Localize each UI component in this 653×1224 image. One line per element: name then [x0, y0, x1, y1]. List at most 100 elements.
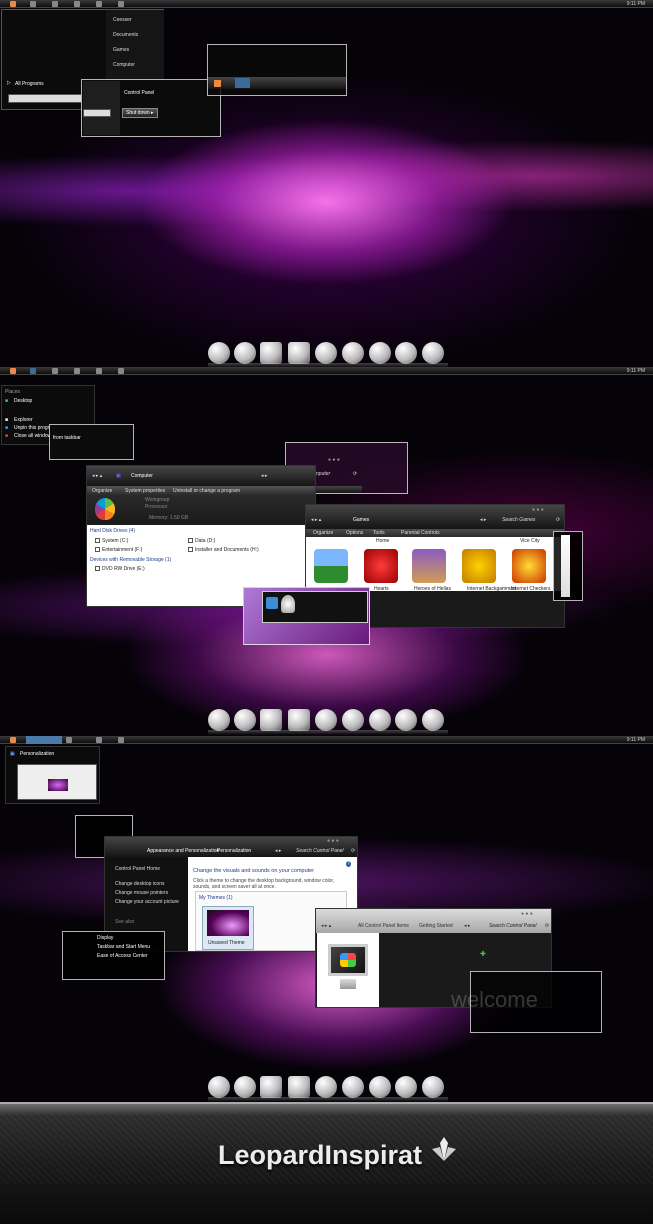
toolbar-system-properties[interactable]: System properties — [125, 488, 165, 494]
disc-icon[interactable] — [208, 1076, 230, 1098]
drive-icon[interactable] — [422, 342, 444, 364]
active-task-button[interactable] — [26, 736, 62, 744]
search-icon[interactable]: ⟳ — [556, 517, 560, 523]
palette-icon[interactable] — [369, 709, 391, 731]
lightning-icon[interactable] — [395, 1076, 417, 1098]
games-search-input[interactable]: Search Games — [502, 517, 535, 523]
search-icon[interactable]: ⟳ — [353, 471, 357, 477]
control-panel-link[interactable]: Control Panel — [124, 90, 154, 96]
link-account-picture[interactable]: Change your account picture — [115, 899, 179, 905]
toolbar-organize[interactable]: Organize — [92, 488, 112, 494]
disk-icon[interactable] — [74, 368, 80, 374]
floppy-icon[interactable] — [260, 709, 282, 731]
refresh-icon[interactable]: ◂ ▸ — [464, 923, 470, 929]
window-controls[interactable]: ● ● ● — [327, 838, 339, 844]
breadcrumb-all-items[interactable]: All Control Panel Items — [358, 923, 409, 929]
lightning-icon[interactable] — [395, 709, 417, 731]
see-also-taskbar[interactable]: Taskbar and Start Menu — [97, 944, 150, 950]
breadcrumb-getting-started[interactable]: Getting Started — [419, 923, 453, 929]
game-tile-checkers[interactable] — [512, 549, 546, 583]
folder-icon[interactable] — [66, 737, 72, 743]
see-also-ease-of-access[interactable]: Ease of Access Center — [97, 953, 148, 959]
link-mouse-pointers[interactable]: Change mouse pointers — [115, 890, 168, 896]
speaker-icon[interactable] — [288, 709, 310, 731]
start-search-input[interactable] — [8, 94, 82, 103]
all-programs-arrow-icon[interactable]: ▷ — [7, 80, 11, 86]
getting-started-search-input[interactable]: Search Control Panel — [489, 923, 537, 929]
play-icon[interactable] — [118, 368, 124, 374]
speaker-icon[interactable] — [288, 342, 310, 364]
media-player-icon[interactable] — [234, 1076, 256, 1098]
folder-icon[interactable] — [52, 368, 58, 374]
drive-dvd[interactable]: DVD RW Drive (E:) — [95, 566, 145, 572]
jump-item-explorer[interactable]: Explorer — [14, 417, 33, 423]
home-icon[interactable] — [30, 368, 36, 374]
apple-icon[interactable] — [10, 1, 16, 7]
game-tile-heroes[interactable] — [412, 549, 446, 583]
window-controls[interactable]: ● ● ● — [532, 507, 544, 513]
settings-icon[interactable] — [305, 80, 312, 87]
play-icon[interactable] — [118, 737, 124, 743]
refresh-icon[interactable]: ◂ ▸ — [480, 517, 486, 523]
folder-icon[interactable] — [52, 1, 58, 7]
toolbar-uninstall[interactable]: Uninstall or change a program — [173, 488, 240, 494]
disc-icon[interactable] — [208, 709, 230, 731]
toolbar-options[interactable]: Options — [346, 530, 363, 536]
drive-installer[interactable]: Installer and Documents (H:) — [188, 547, 259, 553]
apple-icon[interactable] — [10, 368, 16, 374]
nav-buttons[interactable]: ◂ ▸ ▴ — [92, 473, 102, 479]
game-tile-mario[interactable] — [314, 549, 348, 583]
robot-icon[interactable] — [315, 342, 337, 364]
removable-storage-header[interactable]: Devices with Removable Storage (1) — [90, 557, 171, 563]
refresh-icon[interactable]: ◂ ▸ — [261, 473, 267, 479]
control-panel-search-input[interactable]: Search Control Panel — [296, 848, 344, 854]
toolbar-tools[interactable]: Tools — [373, 530, 385, 536]
bird-icon[interactable] — [342, 342, 364, 364]
speaker-icon[interactable] — [288, 1076, 310, 1098]
media-player-icon[interactable] — [234, 709, 256, 731]
game-tile-backgammon[interactable] — [462, 549, 496, 583]
apple-icon[interactable] — [10, 737, 16, 743]
shut-down-button[interactable]: Shut down ▸ — [122, 108, 158, 118]
wrench-icon[interactable] — [327, 80, 334, 87]
home-icon[interactable] — [235, 78, 250, 88]
jump-item-desktop[interactable]: Desktop — [14, 398, 32, 404]
settings-icon[interactable] — [96, 737, 102, 743]
floppy-icon[interactable] — [260, 342, 282, 364]
control-panel-home-link[interactable]: Control Panel Home — [115, 866, 160, 872]
palette-icon[interactable] — [369, 1076, 391, 1098]
help-icon[interactable]: ? — [346, 861, 351, 867]
unsaved-theme-tile[interactable]: Unsaved Theme — [202, 906, 254, 950]
settings-icon[interactable] — [96, 1, 102, 7]
settings-icon[interactable] — [96, 368, 102, 374]
start-item-computer[interactable]: Computer — [113, 62, 135, 68]
folder-icon[interactable] — [261, 80, 268, 87]
plus-icon[interactable]: ✚ — [480, 950, 486, 958]
search-icon[interactable]: ⟳ — [545, 923, 549, 929]
toolbar-organize[interactable]: Organize — [313, 530, 333, 536]
bird-icon[interactable] — [342, 1076, 364, 1098]
bird-icon[interactable] — [342, 709, 364, 731]
hard-disk-drives-header[interactable]: Hard Disk Drives (4) — [90, 528, 135, 534]
nav-buttons[interactable]: ◂ ▸ ▴ — [321, 923, 331, 929]
floppy-icon[interactable] — [260, 1076, 282, 1098]
games-address-bar[interactable]: Games — [353, 517, 369, 523]
lightning-icon[interactable] — [395, 342, 417, 364]
breadcrumb-appearance[interactable]: Appearance and Personalization — [147, 848, 219, 854]
search-icon[interactable]: ⟳ — [351, 848, 355, 854]
start-item-games[interactable]: Games — [113, 47, 129, 53]
robot-icon[interactable] — [315, 709, 337, 731]
drive-entertainment[interactable]: Entertainment (F:) — [95, 547, 142, 553]
drive-icon[interactable] — [422, 1076, 444, 1098]
home-icon[interactable] — [30, 1, 36, 7]
start-item-documents[interactable]: Documents — [113, 32, 138, 38]
play-icon[interactable] — [118, 1, 124, 7]
power-search-box[interactable] — [83, 109, 111, 117]
window-controls[interactable]: ● ● ● — [328, 457, 340, 463]
all-programs[interactable]: All Programs — [15, 81, 44, 87]
disk-icon[interactable] — [283, 80, 290, 87]
drive-data[interactable]: Data (D:) — [188, 538, 215, 544]
refresh-icon[interactable]: ◂ ▸ — [275, 848, 281, 854]
address-bar[interactable]: Computer — [131, 473, 153, 479]
disk-icon[interactable] — [74, 1, 80, 7]
